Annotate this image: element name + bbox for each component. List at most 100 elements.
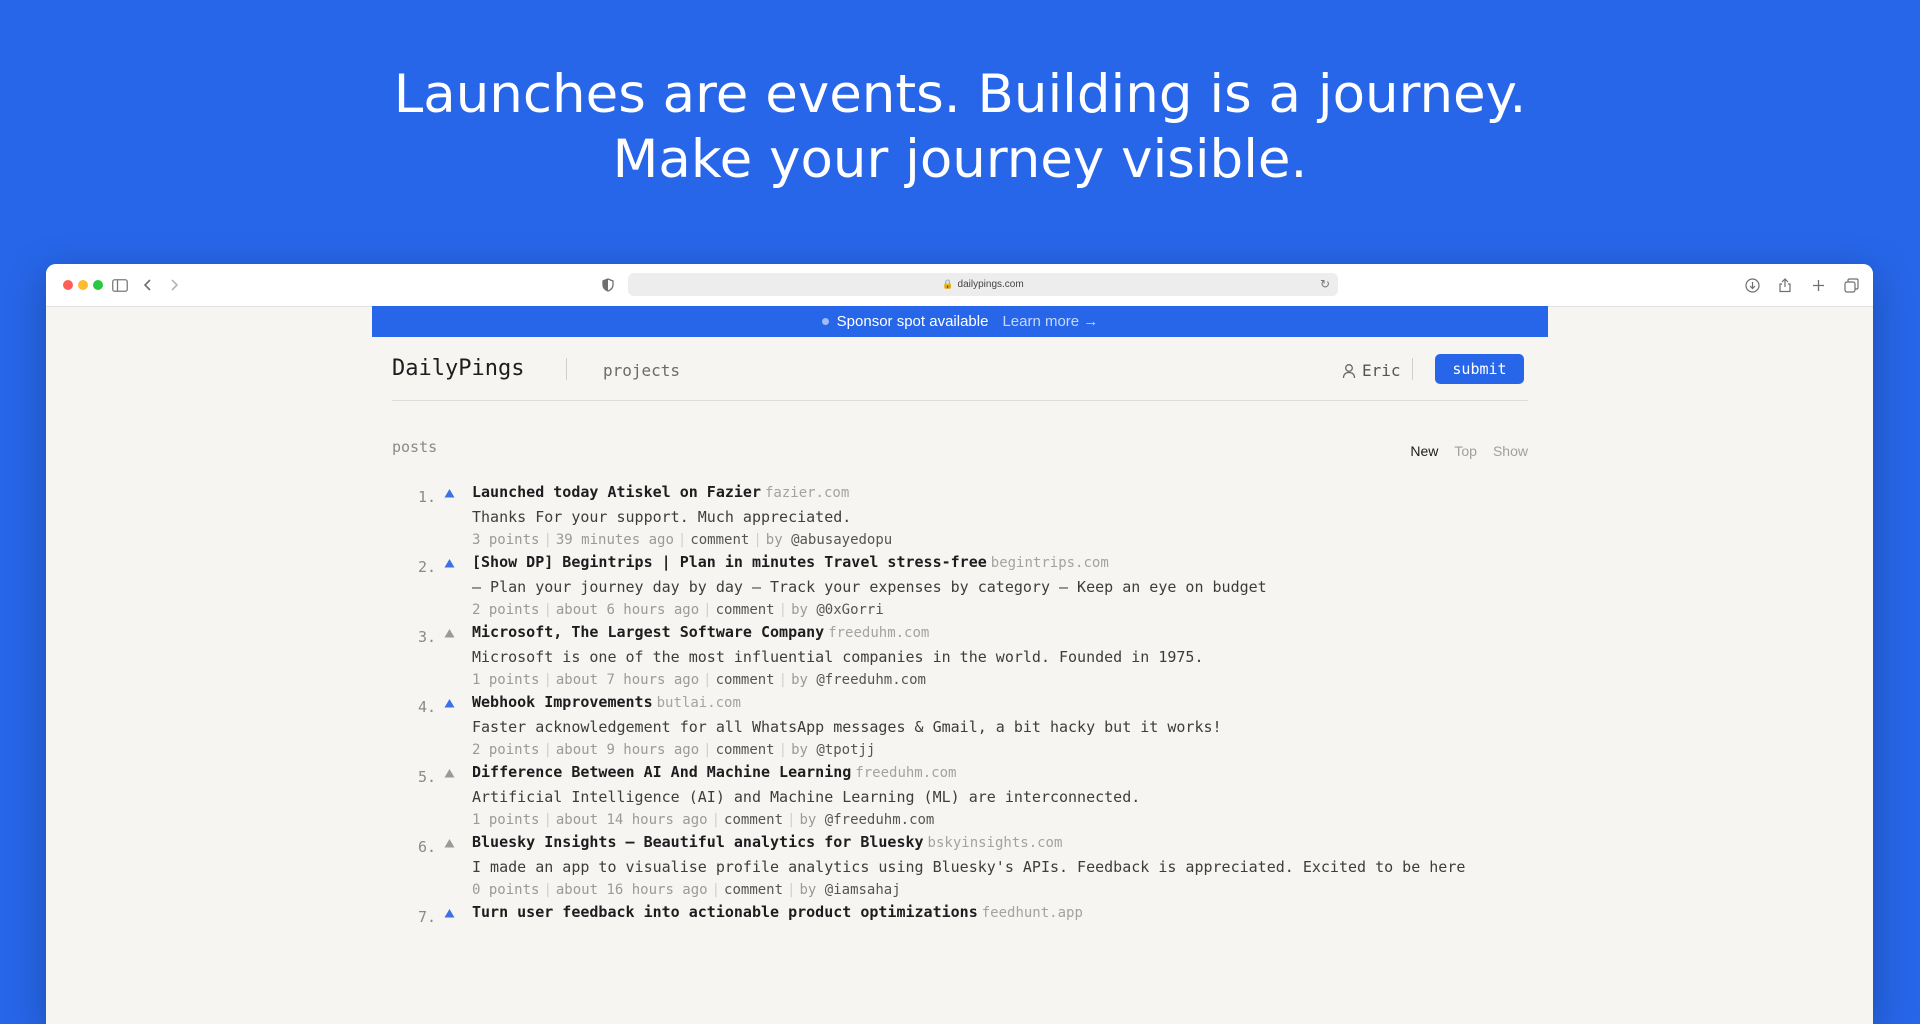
post-domain[interactable]: bskyinsights.com: [928, 835, 1063, 851]
post-description: Microsoft is one of the most influential…: [472, 648, 1204, 666]
upvote-icon[interactable]: [444, 768, 456, 780]
post-rank: 5.: [417, 768, 436, 786]
hero-line-1: Launches are events. Building is a journ…: [393, 64, 1527, 125]
post-author-link[interactable]: @freeduhm.com: [825, 812, 935, 828]
back-icon[interactable]: [138, 275, 158, 295]
post-meta: 2 points | about 6 hours ago | comment | by @0…: [472, 602, 884, 618]
upvote-icon[interactable]: [444, 628, 456, 640]
post-author-link[interactable]: @tpotjj: [816, 742, 875, 758]
post-title-link[interactable]: Webhook Improvements: [472, 693, 653, 711]
comment-link[interactable]: comment: [724, 882, 783, 898]
post-author-link[interactable]: @iamsahaj: [825, 882, 901, 898]
comment-link[interactable]: comment: [724, 812, 783, 828]
post-domain[interactable]: butlai.com: [657, 695, 741, 711]
post-description: – Plan your journey day by day – Track y…: [472, 578, 1267, 596]
tab-show[interactable]: Show: [1493, 443, 1528, 459]
comment-link[interactable]: comment: [690, 532, 749, 548]
meta-separator: |: [543, 672, 552, 688]
new-tab-icon[interactable]: [1808, 275, 1828, 295]
upvote-icon[interactable]: [444, 488, 456, 500]
post-points: 3 points: [472, 532, 540, 548]
sponsor-text: Sponsor spot available: [836, 313, 989, 330]
minimize-window-button[interactable]: [78, 280, 88, 290]
user-menu[interactable]: Eric: [1342, 361, 1401, 380]
meta-separator: |: [778, 602, 788, 618]
upvote-icon[interactable]: [444, 698, 456, 710]
upvote-icon[interactable]: [444, 838, 456, 850]
meta-separator: |: [787, 882, 796, 898]
shield-icon[interactable]: [598, 275, 618, 295]
post-title-link[interactable]: Difference Between AI And Machine Learni…: [472, 763, 851, 781]
nav-divider: [1412, 358, 1413, 380]
post-meta: 3 points | 39 minutes ago | comment | by @abus…: [472, 532, 892, 548]
post-domain[interactable]: feedhunt.app: [982, 905, 1083, 921]
post-meta: 2 points | about 9 hours ago | comment | by @t…: [472, 742, 875, 758]
sidebar-icon[interactable]: [110, 275, 130, 295]
site-header: DailyPings projects Eric submit: [392, 337, 1528, 401]
post-by-label: by: [791, 742, 808, 758]
post-title-link[interactable]: Bluesky Insights – Beautiful analytics f…: [472, 833, 924, 851]
meta-separator: |: [703, 742, 712, 758]
post-title-link[interactable]: Launched today Atiskel on Fazier: [472, 483, 761, 501]
post-author-link[interactable]: @freeduhm.com: [816, 672, 926, 688]
user-name: Eric: [1362, 361, 1401, 380]
nav-projects-link[interactable]: projects: [603, 361, 680, 380]
post-domain[interactable]: freeduhm.com: [828, 625, 929, 641]
post-title-link[interactable]: [Show DP] Begintrips | Plan in minutes T…: [472, 553, 987, 571]
sort-tabs: New Top Show: [1410, 443, 1528, 459]
download-icon[interactable]: [1742, 275, 1762, 295]
reload-icon[interactable]: ↻: [1320, 273, 1330, 296]
post-time[interactable]: about 9 hours ago: [556, 742, 699, 758]
tab-top[interactable]: Top: [1454, 443, 1477, 459]
hero-line-2: Make your journey visible.: [612, 129, 1308, 190]
post-author-link[interactable]: @abusayedopu: [791, 532, 892, 548]
comment-link[interactable]: comment: [716, 602, 775, 618]
lock-icon: 🔒: [942, 279, 954, 289]
post-by-label: by: [799, 882, 817, 898]
comment-link[interactable]: comment: [716, 672, 775, 688]
meta-separator: |: [543, 602, 552, 618]
maximize-window-button[interactable]: [93, 280, 103, 290]
post-rank: 3.: [417, 628, 436, 646]
post-points: 2 points: [472, 742, 540, 758]
upvote-icon[interactable]: [444, 908, 456, 920]
post-time[interactable]: about 6 hours ago: [556, 602, 699, 618]
post-domain[interactable]: fazier.com: [765, 485, 849, 501]
tabs-overview-icon[interactable]: [1841, 275, 1861, 295]
post-time[interactable]: about 14 hours ago: [556, 812, 708, 828]
post-points: 1 points: [472, 672, 540, 688]
post-points: 0 points: [472, 882, 540, 898]
post-points: 1 points: [472, 812, 540, 828]
meta-separator: |: [543, 532, 552, 548]
post-points: 2 points: [472, 602, 540, 618]
meta-separator: |: [703, 602, 712, 618]
post-time[interactable]: about 7 hours ago: [556, 672, 699, 688]
meta-separator: |: [778, 672, 788, 688]
post-domain[interactable]: begintrips.com: [991, 555, 1109, 571]
hero-headline: Launches are events. Building is a journ…: [0, 62, 1920, 192]
post-description: Thanks For your support. Much appreciate…: [472, 508, 852, 526]
close-window-button[interactable]: [63, 280, 73, 290]
post-rank: 4.: [417, 698, 436, 716]
upvote-icon[interactable]: [444, 558, 456, 570]
tab-new[interactable]: New: [1410, 443, 1438, 459]
meta-separator: |: [711, 812, 721, 828]
forward-icon[interactable]: [164, 275, 184, 295]
sponsor-dot-icon: [821, 318, 829, 325]
post-time[interactable]: about 16 hours ago: [556, 882, 708, 898]
address-bar[interactable]: 🔒 dailypings.com ↻: [628, 273, 1338, 296]
meta-separator: |: [711, 882, 721, 898]
post-title-link[interactable]: Microsoft, The Largest Software Company: [472, 623, 824, 641]
site-logo[interactable]: DailyPings: [392, 356, 524, 381]
sponsor-banner[interactable]: Sponsor spot available Learn more →: [372, 306, 1548, 337]
comment-link[interactable]: comment: [716, 742, 775, 758]
post-domain[interactable]: freeduhm.com: [855, 765, 956, 781]
post-time[interactable]: 39 minutes ago: [556, 532, 674, 548]
meta-separator: |: [753, 532, 762, 548]
learn-more-link[interactable]: Learn more →: [1002, 313, 1098, 330]
post-title-link[interactable]: Turn user feedback into actionable produ…: [472, 903, 978, 921]
share-icon[interactable]: [1775, 275, 1795, 295]
submit-button[interactable]: submit: [1435, 354, 1524, 384]
post-author-link[interactable]: @0xGorri: [816, 602, 883, 618]
browser-toolbar: 🔒 dailypings.com ↻: [46, 264, 1873, 307]
